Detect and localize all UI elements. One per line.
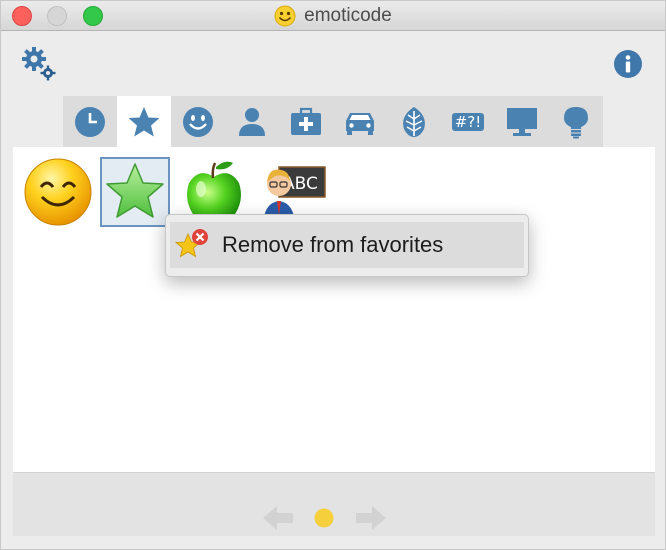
smiling-face-emoji — [24, 158, 92, 226]
settings-button[interactable] — [21, 46, 57, 82]
window-title-group: emoticode — [1, 1, 665, 31]
person-icon — [239, 107, 265, 136]
green-star-emoji — [106, 163, 164, 218]
app-window: emoticode #?! ABC Remove from favorites — [0, 0, 666, 550]
info-icon — [614, 50, 642, 78]
smiley-icon — [183, 106, 213, 137]
smiley-face-icon — [274, 5, 296, 27]
first-aid-kit-icon — [291, 107, 321, 135]
emoji-smiling-face[interactable] — [23, 157, 93, 227]
gears-icon — [22, 47, 56, 81]
tab-travel[interactable] — [333, 96, 387, 147]
context-menu: Remove from favorites — [165, 214, 529, 277]
tab-symbols[interactable]: #?! — [441, 96, 495, 147]
star-icon — [128, 106, 160, 136]
monitor-icon — [507, 107, 537, 136]
car-icon — [346, 112, 374, 135]
tab-nature[interactable] — [387, 96, 441, 147]
pager — [263, 506, 386, 530]
emoji-grid: ABC — [13, 147, 655, 472]
remove-from-favorites-item[interactable]: Remove from favorites — [170, 222, 524, 268]
menu-item-label: Remove from favorites — [222, 232, 444, 257]
arrow-right-icon[interactable] — [356, 506, 386, 530]
footer-bar — [13, 472, 655, 536]
tab-medical[interactable] — [279, 96, 333, 147]
category-tabs: #?! — [63, 96, 603, 147]
tab-favorites[interactable] — [117, 96, 171, 147]
symbols-text-icon: #?! — [451, 112, 485, 131]
leaf-icon — [403, 106, 425, 137]
star-remove-icon — [174, 229, 208, 258]
tab-objects[interactable] — [495, 96, 549, 147]
page-indicator-dot[interactable] — [314, 508, 334, 528]
lightbulb-icon — [564, 106, 588, 138]
tab-recent[interactable] — [63, 96, 117, 147]
tab-smileys[interactable] — [171, 96, 225, 147]
tab-people[interactable] — [225, 96, 279, 147]
window-title: emoticode — [304, 5, 392, 26]
emoji-green-star[interactable] — [100, 157, 170, 227]
clock-icon — [75, 106, 105, 137]
info-button[interactable] — [613, 49, 643, 79]
title-bar: emoticode — [1, 1, 665, 31]
tab-ideas[interactable] — [549, 96, 603, 147]
arrow-left-icon[interactable] — [263, 506, 293, 530]
